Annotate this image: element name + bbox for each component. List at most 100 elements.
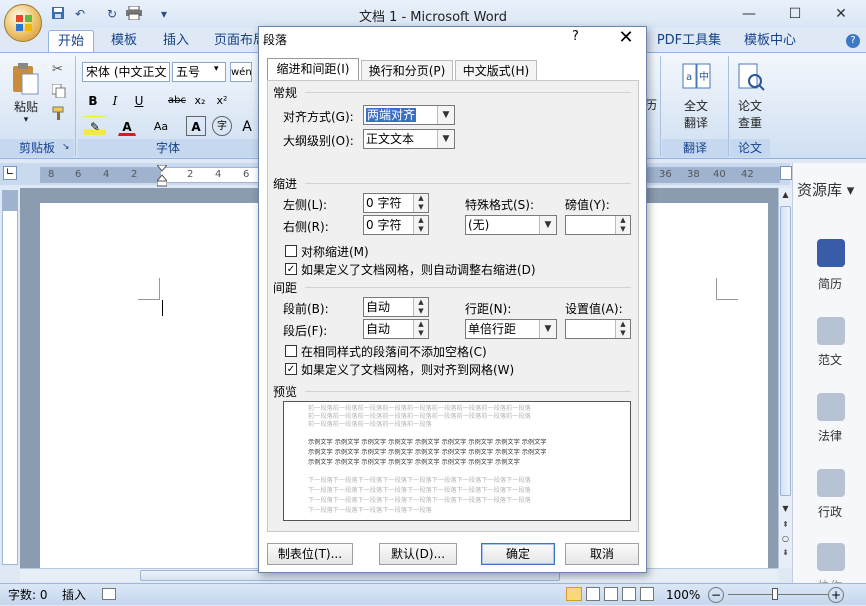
- snap-to-grid-label[interactable]: 如果定义了文档网格，则对齐到网格(W): [301, 361, 514, 378]
- phonetic-guide-icon[interactable]: wén: [230, 62, 252, 82]
- close-button[interactable]: ✕: [826, 3, 856, 25]
- bold-button[interactable]: B: [84, 90, 102, 110]
- no-space-same-style-label[interactable]: 在相同样式的段落间不添加空格(C): [301, 343, 487, 360]
- paper-check-label-1[interactable]: 论文: [730, 97, 770, 114]
- mirror-indents-checkbox[interactable]: [285, 245, 297, 257]
- tab-home[interactable]: 开始: [48, 30, 94, 52]
- scroll-up-icon[interactable]: ▲: [780, 190, 791, 202]
- ok-button[interactable]: 确定: [481, 543, 555, 565]
- office-button[interactable]: [4, 4, 42, 42]
- print-icon[interactable]: [126, 5, 142, 22]
- alignment-select[interactable]: 两端对齐 ▼: [363, 105, 455, 125]
- paste-label[interactable]: 粘贴: [10, 98, 42, 115]
- macro-record-icon[interactable]: [102, 588, 116, 600]
- scroll-thumb[interactable]: [780, 206, 791, 496]
- clipboard-launcher-icon[interactable]: ↘: [62, 142, 70, 152]
- highlight-icon[interactable]: ✎: [84, 116, 106, 136]
- strikethrough-button[interactable]: abc: [166, 90, 188, 110]
- side-item-admin[interactable]: 行政: [793, 503, 866, 520]
- dialog-help-button[interactable]: ?: [572, 29, 579, 44]
- cut-icon[interactable]: ✂: [52, 62, 63, 77]
- tab-selector-icon[interactable]: ∟: [3, 166, 17, 180]
- zoom-slider-thumb[interactable]: [772, 588, 778, 600]
- subscript-button[interactable]: x₂: [190, 90, 210, 110]
- side-item-resume[interactable]: 简历: [793, 275, 866, 292]
- right-indent-spinner[interactable]: 0 字符 ▲ ▼: [363, 215, 429, 235]
- collaboration-icon[interactable]: [817, 543, 845, 571]
- customize-quick-access-icon[interactable]: ▾: [156, 6, 172, 22]
- spinner-arrows-icon[interactable]: ▲ ▼: [413, 298, 428, 316]
- no-space-same-style-checkbox[interactable]: [285, 345, 297, 357]
- full-translate-label-2[interactable]: 翻译: [676, 114, 716, 131]
- special-format-select[interactable]: (无) ▼: [465, 215, 557, 235]
- auto-adjust-checkbox[interactable]: ✓: [285, 263, 297, 275]
- browse-object-icon[interactable]: ○: [780, 534, 791, 543]
- zoom-out-button[interactable]: −: [708, 587, 724, 603]
- paper-check-icon[interactable]: [736, 62, 766, 92]
- auto-adjust-label[interactable]: 如果定义了文档网格，则自动调整右缩进(D): [301, 261, 536, 278]
- spinner-arrows-icon[interactable]: ▲ ▼: [413, 216, 428, 234]
- print-layout-icon[interactable]: [566, 587, 582, 601]
- tab-insert[interactable]: 插入: [154, 30, 198, 52]
- outline-level-select[interactable]: 正文文本 ▼: [363, 129, 455, 149]
- outline-view-icon[interactable]: [622, 587, 636, 601]
- mirror-indents-label[interactable]: 对称缩进(M): [301, 243, 369, 260]
- tab-asian-typography[interactable]: 中文版式(H): [455, 60, 537, 80]
- view-ruler-icon[interactable]: [780, 166, 792, 180]
- set-default-button[interactable]: 默认(D)...: [379, 543, 457, 565]
- by-value-spinner[interactable]: ▲ ▼: [565, 215, 631, 235]
- tab-template[interactable]: 模板: [102, 30, 146, 52]
- grow-font-button[interactable]: A: [238, 116, 256, 136]
- paper-check-label-2[interactable]: 查重: [730, 114, 770, 131]
- indent-marker-icon[interactable]: [155, 164, 169, 187]
- italic-button[interactable]: I: [106, 90, 124, 110]
- full-screen-reading-icon[interactable]: [586, 587, 600, 601]
- insert-mode[interactable]: 插入: [62, 584, 86, 606]
- vertical-scrollbar[interactable]: ▲ ▼ ⇞ ○ ⇟: [778, 188, 792, 568]
- zoom-slider-track[interactable]: [728, 594, 828, 595]
- change-case-button[interactable]: Aa: [150, 116, 172, 136]
- left-indent-spinner[interactable]: 0 字符 ▲ ▼: [363, 193, 429, 213]
- redo-icon[interactable]: ↻: [104, 6, 120, 22]
- font-color-icon[interactable]: A: [118, 116, 136, 136]
- snap-to-grid-checkbox[interactable]: ✓: [285, 363, 297, 375]
- space-before-spinner[interactable]: 自动 ▲ ▼: [363, 297, 429, 317]
- at-value-spinner[interactable]: ▲ ▼: [565, 319, 631, 339]
- save-icon[interactable]: [50, 6, 66, 22]
- underline-button[interactable]: U: [130, 90, 148, 110]
- zoom-in-button[interactable]: +: [828, 587, 844, 603]
- tabs-button[interactable]: 制表位(T)...: [267, 543, 353, 565]
- spinner-arrows-icon[interactable]: ▲ ▼: [413, 320, 428, 338]
- tab-line-page-breaks[interactable]: 换行和分页(P): [361, 60, 453, 80]
- spinner-arrows-icon[interactable]: ▲ ▼: [413, 194, 428, 212]
- line-spacing-select[interactable]: 单倍行距 ▼: [465, 319, 557, 339]
- paste-icon[interactable]: [10, 62, 40, 96]
- font-size-dropdown-icon[interactable]: ▾: [214, 64, 219, 74]
- enclose-characters-button[interactable]: 字: [212, 116, 232, 136]
- resume-icon[interactable]: [817, 239, 845, 267]
- next-page-icon[interactable]: ⇟: [780, 548, 791, 557]
- spinner-arrows-icon[interactable]: ▲ ▼: [615, 320, 630, 338]
- full-translate-icon[interactable]: a中: [682, 62, 712, 92]
- undo-icon[interactable]: ↶: [72, 6, 88, 22]
- dialog-close-button[interactable]: ✕: [614, 27, 638, 48]
- superscript-button[interactable]: x²: [212, 90, 232, 110]
- character-border-button[interactable]: A: [186, 116, 206, 136]
- tab-template-center[interactable]: 模板中心: [738, 30, 802, 52]
- word-count[interactable]: 字数: 0: [8, 584, 48, 606]
- tab-pdf-tools[interactable]: PDF工具集: [652, 30, 726, 52]
- previous-page-icon[interactable]: ⇞: [780, 520, 791, 529]
- scroll-down-icon[interactable]: ▼: [780, 504, 791, 513]
- font-name-combo[interactable]: 宋体 (中文正文: [82, 62, 170, 82]
- web-layout-icon[interactable]: [604, 587, 618, 601]
- paste-dropdown-icon[interactable]: ▾: [20, 115, 32, 125]
- minimize-button[interactable]: —: [734, 3, 764, 25]
- help-icon[interactable]: ?: [846, 34, 860, 48]
- side-item-law[interactable]: 法律: [793, 427, 866, 444]
- admin-icon[interactable]: [817, 469, 845, 497]
- side-item-sample[interactable]: 范文: [793, 351, 866, 368]
- cancel-button[interactable]: 取消: [565, 543, 639, 565]
- draft-view-icon[interactable]: [640, 587, 654, 601]
- law-icon[interactable]: [817, 393, 845, 421]
- zoom-level[interactable]: 100%: [666, 584, 700, 606]
